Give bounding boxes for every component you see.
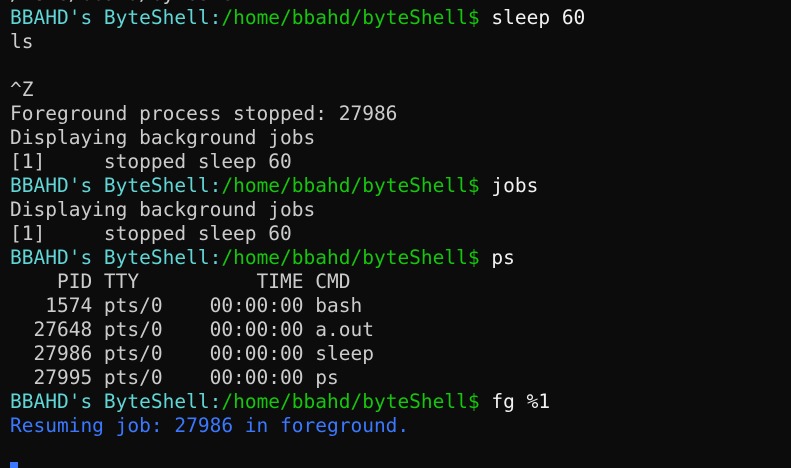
prompt-separator: : xyxy=(209,174,222,197)
info-line: Resuming job: 27986 in foreground. xyxy=(10,414,791,438)
output-line: ^Z xyxy=(10,78,791,102)
output-line: ls xyxy=(10,30,791,54)
prompt-line: BBAHD's ByteShell:/home/bbahd/byteShell$… xyxy=(10,390,791,414)
text-cursor xyxy=(10,462,18,468)
output-text: /home/bbahd/byteShell xyxy=(10,0,257,5)
prompt-separator: : xyxy=(209,390,222,413)
output-line: Displaying background jobs xyxy=(10,126,791,150)
output-line: Displaying background jobs xyxy=(10,198,791,222)
prompt-path: /home/bbahd/byteShell xyxy=(221,174,468,197)
terminal-output: /home/bbahd/byteShellBBAHD's ByteShell:/… xyxy=(10,0,791,438)
prompt-user: BBAHD's ByteShell xyxy=(10,174,210,197)
prompt-path: /home/bbahd/byteShell xyxy=(221,246,468,269)
output-text: Displaying background jobs xyxy=(10,126,316,149)
command-text: sleep 60 xyxy=(491,6,586,29)
terminal-window[interactable]: /home/bbahd/byteShellBBAHD's ByteShell:/… xyxy=(0,0,791,468)
prompt-line: BBAHD's ByteShell:/home/bbahd/byteShell$… xyxy=(10,174,791,198)
output-line: PID TTY TIME CMD xyxy=(10,270,791,294)
output-text: [1] stopped sleep 60 xyxy=(10,222,292,245)
output-text: Displaying background jobs xyxy=(10,198,316,221)
output-text: 27986 pts/0 00:00:00 sleep xyxy=(10,342,374,365)
output-line: [1] stopped sleep 60 xyxy=(10,222,791,246)
prompt-user: BBAHD's ByteShell xyxy=(10,246,210,269)
output-line: 27995 pts/0 00:00:00 ps xyxy=(10,366,791,390)
prompt-separator: : xyxy=(209,246,222,269)
output-text: 27995 pts/0 00:00:00 ps xyxy=(10,366,339,389)
output-text: [1] stopped sleep 60 xyxy=(10,150,292,173)
output-line: [1] stopped sleep 60 xyxy=(10,150,791,174)
prompt-symbol: $ xyxy=(467,174,492,197)
output-line: Foreground process stopped: 27986 xyxy=(10,102,791,126)
output-text: ls xyxy=(10,30,34,53)
output-text: 1574 pts/0 00:00:00 bash xyxy=(10,294,363,317)
command-text: fg %1 xyxy=(491,390,551,413)
command-text: jobs xyxy=(491,174,539,197)
output-line: 27986 pts/0 00:00:00 sleep xyxy=(10,342,791,366)
prompt-user: BBAHD's ByteShell xyxy=(10,6,210,29)
prompt-separator: : xyxy=(209,6,222,29)
output-text: PID TTY TIME CMD xyxy=(10,270,351,293)
output-line: 1574 pts/0 00:00:00 bash xyxy=(10,294,791,318)
prompt-symbol: $ xyxy=(467,390,492,413)
info-text: Resuming job: 27986 in foreground. xyxy=(10,414,410,437)
output-text: ^Z xyxy=(10,78,34,101)
prompt-symbol: $ xyxy=(467,246,492,269)
output-text: Foreground process stopped: 27986 xyxy=(10,102,398,125)
prompt-line: BBAHD's ByteShell:/home/bbahd/byteShell$… xyxy=(10,6,791,30)
prompt-user: BBAHD's ByteShell xyxy=(10,390,210,413)
command-text: ps xyxy=(491,246,515,269)
prompt-path: /home/bbahd/byteShell xyxy=(221,6,468,29)
output-text: 27648 pts/0 00:00:00 a.out xyxy=(10,318,374,341)
output-line: 27648 pts/0 00:00:00 a.out xyxy=(10,318,791,342)
prompt-symbol: $ xyxy=(467,6,492,29)
prompt-line: BBAHD's ByteShell:/home/bbahd/byteShell$… xyxy=(10,246,791,270)
prompt-path: /home/bbahd/byteShell xyxy=(221,390,468,413)
